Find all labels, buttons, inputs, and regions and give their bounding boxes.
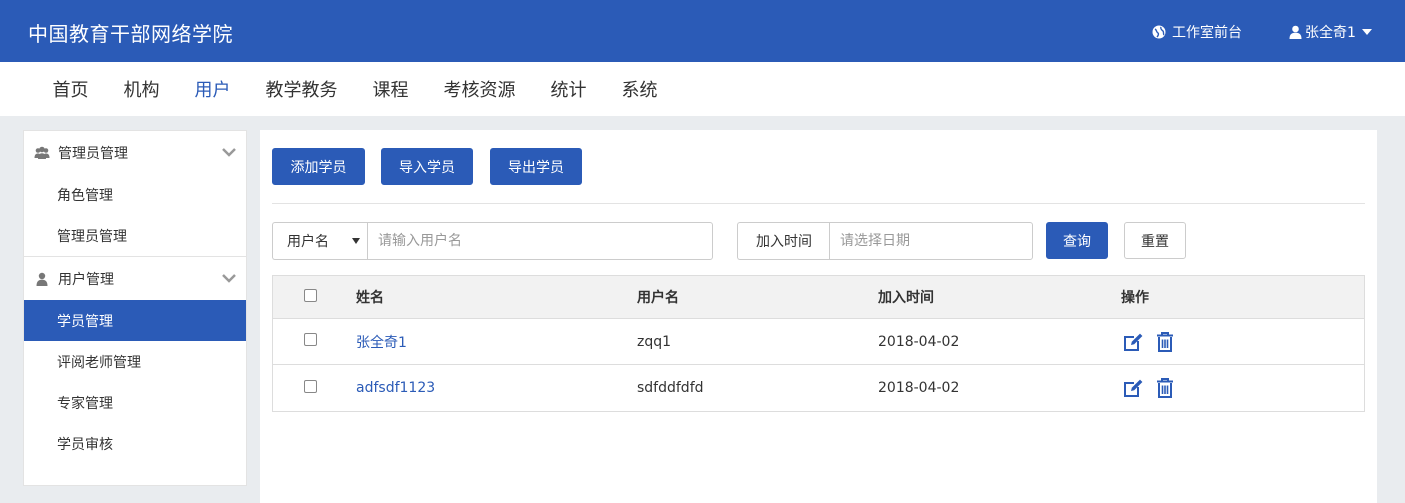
join-date-input[interactable] xyxy=(829,222,1033,260)
col-header-username: 用户名 xyxy=(637,290,679,306)
sidebar-section-label: 用户管理 xyxy=(58,271,114,288)
sidebar-item-students[interactable]: 学员管理 xyxy=(24,300,246,341)
main-panel: 添加学员 导入学员 导出学员 用户名 加入时间 查询 重置 姓名 用户名 加入时… xyxy=(260,130,1377,503)
cell-joined: 2018-04-02 xyxy=(878,380,960,396)
sidebar-item-admins[interactable]: 管理员管理 xyxy=(24,215,246,256)
import-students-button[interactable]: 导入学员 xyxy=(381,148,473,185)
query-button[interactable]: 查询 xyxy=(1046,222,1108,259)
sidebar-section-label: 管理员管理 xyxy=(58,145,128,162)
nav-item-statistics[interactable]: 统计 xyxy=(533,76,604,102)
delete-icon[interactable] xyxy=(1153,376,1177,400)
cell-username: sdfddfdfd xyxy=(637,380,704,396)
globe-icon xyxy=(1152,25,1166,39)
table-row: adfsdf1123 sdfddfdfd 2018-04-02 xyxy=(273,365,1364,411)
sidebar-item-reviewers[interactable]: 评阅老师管理 xyxy=(24,341,246,382)
sidebar-item-student-review[interactable]: 学员审核 xyxy=(24,423,246,464)
row-checkbox[interactable] xyxy=(304,379,317,393)
nav-item-system[interactable]: 系统 xyxy=(604,76,675,102)
top-bar: 中国教育干部网络学院 工作室前台 张全奇1 xyxy=(0,0,1405,62)
users-icon xyxy=(34,146,50,159)
export-students-button[interactable]: 导出学员 xyxy=(490,148,582,185)
student-name-link[interactable]: adfsdf1123 xyxy=(356,380,435,396)
caret-down-icon xyxy=(1361,29,1372,35)
user-icon xyxy=(36,272,48,286)
col-header-joined: 加入时间 xyxy=(878,290,934,306)
main-nav: 首页 机构 用户 教学教务 课程 考核资源 统计 系统 xyxy=(0,62,1405,116)
sidebar: 管理员管理 角色管理 管理员管理 用户管理 学员管理 评阅老师管理 专家管理 学… xyxy=(23,130,247,486)
nav-item-org[interactable]: 机构 xyxy=(106,76,177,102)
chevron-down-icon xyxy=(222,274,236,283)
search-field-select[interactable]: 用户名 xyxy=(272,222,368,260)
front-desk-label: 工作室前台 xyxy=(1172,25,1242,41)
edit-icon[interactable] xyxy=(1121,376,1145,400)
reset-button[interactable]: 重置 xyxy=(1124,222,1186,259)
user-icon xyxy=(1289,25,1302,39)
nav-item-teaching[interactable]: 教学教务 xyxy=(248,76,355,102)
brand-title[interactable]: 中国教育干部网络学院 xyxy=(28,18,233,47)
edit-icon[interactable] xyxy=(1121,330,1145,354)
nav-item-assessment[interactable]: 考核资源 xyxy=(426,76,533,102)
sidebar-item-roles[interactable]: 角色管理 xyxy=(24,174,246,215)
cell-joined: 2018-04-02 xyxy=(878,333,960,350)
search-field-select-value: 用户名 xyxy=(287,234,329,250)
nav-item-home[interactable]: 首页 xyxy=(35,76,106,102)
add-student-button[interactable]: 添加学员 xyxy=(272,148,365,185)
row-checkbox[interactable] xyxy=(304,333,317,346)
sidebar-section-admins[interactable]: 管理员管理 xyxy=(24,131,246,174)
user-name: 张全奇1 xyxy=(1305,25,1356,41)
col-header-actions: 操作 xyxy=(1121,290,1149,306)
cell-username: zqq1 xyxy=(637,333,672,350)
students-table: 姓名 用户名 加入时间 操作 张全奇1 zqq1 2018-04-02 adfs… xyxy=(272,275,1365,412)
join-date-label: 加入时间 xyxy=(737,222,830,260)
table-row: 张全奇1 zqq1 2018-04-02 xyxy=(273,319,1364,365)
front-desk-link[interactable]: 工作室前台 xyxy=(1152,22,1242,42)
delete-icon[interactable] xyxy=(1153,330,1177,354)
select-all-checkbox[interactable] xyxy=(304,288,317,302)
student-name-link[interactable]: 张全奇1 xyxy=(356,335,407,351)
col-header-name: 姓名 xyxy=(356,290,384,306)
username-search-input[interactable] xyxy=(367,222,713,260)
sidebar-item-experts[interactable]: 专家管理 xyxy=(24,382,246,423)
table-header: 姓名 用户名 加入时间 操作 xyxy=(273,276,1364,319)
nav-item-users[interactable]: 用户 xyxy=(177,76,248,102)
sidebar-section-users[interactable]: 用户管理 xyxy=(24,257,246,300)
user-menu[interactable]: 张全奇1 xyxy=(1289,22,1372,42)
select-arrow-icon xyxy=(352,238,360,244)
nav-item-courses[interactable]: 课程 xyxy=(355,76,426,102)
toolbar-divider xyxy=(272,203,1365,204)
chevron-down-icon xyxy=(222,148,236,157)
